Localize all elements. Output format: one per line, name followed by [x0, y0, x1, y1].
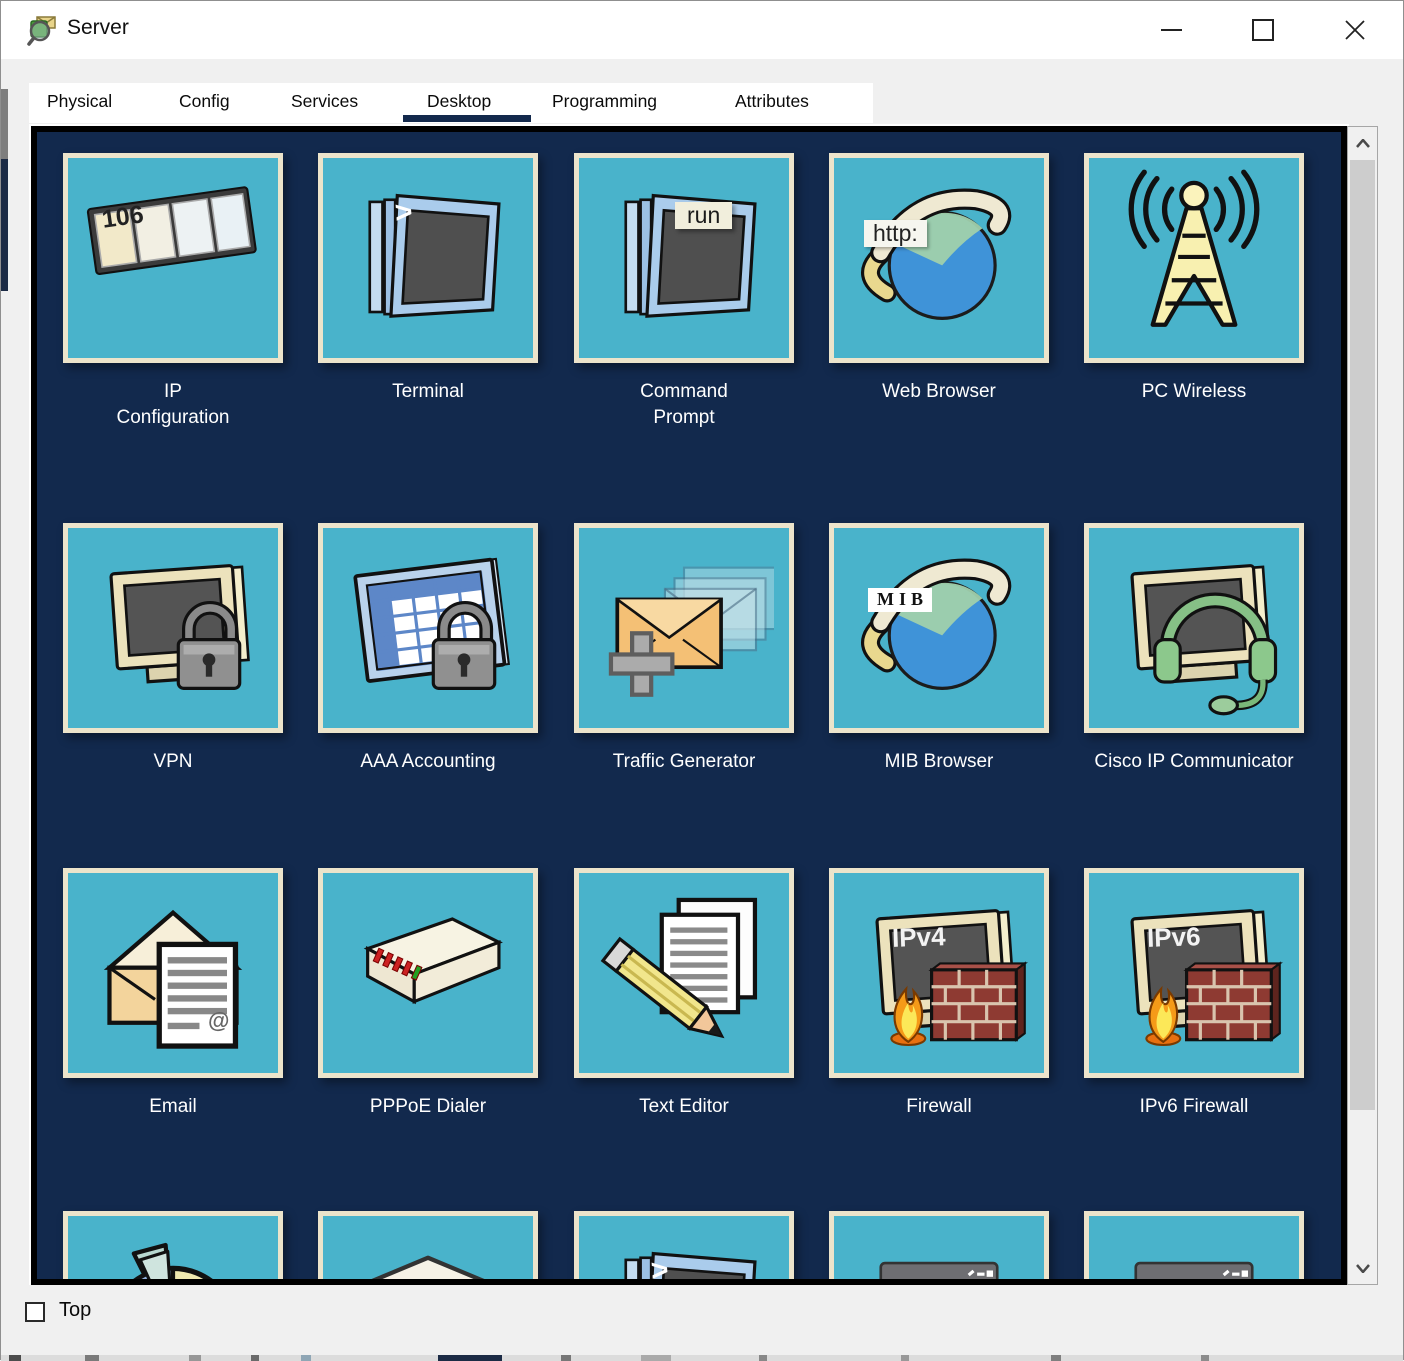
minimize-icon — [1161, 29, 1182, 31]
tile-ip-configuration[interactable]: 106 — [63, 153, 283, 363]
terminal-icon — [594, 1226, 774, 1285]
tile-label: Cisco IP Communicator — [1069, 749, 1319, 775]
tile-label: PC Wireless — [1069, 379, 1319, 405]
desktop-panel: 106 > run http: IP Configuration Termina… — [31, 126, 1347, 1285]
pie-chart-icon — [83, 1226, 263, 1285]
title-bar: Server — [1, 1, 1403, 59]
cisco-ip-communicator-icon — [1104, 538, 1284, 718]
terminal-prompt-text: > — [394, 195, 414, 229]
tile-command-prompt[interactable]: run — [574, 153, 794, 363]
tile-row4-pie[interactable] — [63, 1211, 283, 1285]
tile-label: Traffic Generator — [559, 749, 809, 775]
firewall-icon — [849, 883, 1029, 1063]
ip-config-number-text: 106 — [100, 201, 145, 234]
web-browser-icon — [849, 168, 1029, 348]
scrollbar-thumb[interactable] — [1350, 160, 1375, 1110]
ip-configuration-icon — [83, 168, 263, 348]
tile-label: Prompt — [559, 405, 809, 431]
tile-traffic-generator[interactable] — [574, 523, 794, 733]
tile-row4-cube[interactable] — [318, 1211, 538, 1285]
at-sign-text: @ — [208, 1009, 229, 1033]
tile-label: Firewall — [814, 1094, 1064, 1120]
top-checkbox[interactable] — [25, 1302, 45, 1322]
command-prompt-icon — [594, 168, 774, 348]
tile-label: Command — [559, 379, 809, 405]
top-checkbox-label: Top — [59, 1299, 91, 1322]
text-editor-icon — [594, 883, 774, 1063]
tile-cisco-ip-communicator[interactable] — [1084, 523, 1304, 733]
chevron-up-icon — [1356, 139, 1370, 148]
tile-vpn[interactable] — [63, 523, 283, 733]
close-button[interactable] — [1309, 1, 1401, 59]
tile-pc-wireless[interactable] — [1084, 153, 1304, 363]
pc-wireless-icon — [1104, 168, 1284, 348]
tile-aaa-accounting[interactable] — [318, 523, 538, 733]
scroll-down-button[interactable] — [1348, 1254, 1377, 1282]
vpn-icon — [83, 538, 263, 718]
tile-label: VPN — [48, 749, 298, 775]
ipv6-label-text: IPv6 — [1147, 922, 1201, 952]
tile-pppoe-dialer[interactable] — [318, 868, 538, 1078]
window-title: Server — [67, 16, 129, 40]
maximize-button[interactable] — [1217, 1, 1309, 59]
cube-icon — [338, 1226, 518, 1285]
tab-desktop[interactable]: Desktop — [427, 91, 491, 112]
tile-label: Configuration — [48, 405, 298, 431]
tile-firewall[interactable]: IPv4 — [829, 868, 1049, 1078]
tile-label: AAA Accounting — [303, 749, 553, 775]
tile-label: MIB Browser — [814, 749, 1064, 775]
tab-services[interactable]: Services — [291, 91, 358, 112]
background-app-sliver — [1, 1355, 1403, 1361]
tab-bar: Physical Config Services Desktop Program… — [29, 83, 873, 123]
tab-programming[interactable]: Programming — [552, 91, 657, 112]
tile-row4-terminal[interactable]: > — [574, 1211, 794, 1285]
tab-config[interactable]: Config — [179, 91, 230, 112]
http-label-text: http: — [864, 220, 927, 247]
run-label-text: run — [675, 202, 732, 229]
tile-row4-cloud-window-2[interactable] — [1084, 1211, 1304, 1285]
tile-web-browser[interactable]: http: — [829, 153, 1049, 363]
terminal-icon — [338, 168, 518, 348]
scroll-up-button[interactable] — [1348, 129, 1377, 157]
background-app-sliver — [1, 159, 8, 291]
server-dialog-window: { "window": { "title": "Server", "contro… — [0, 0, 1404, 1360]
ipv6-firewall-icon — [1104, 883, 1284, 1063]
email-icon — [83, 883, 263, 1063]
tile-label: IPv6 Firewall — [1069, 1094, 1319, 1120]
minimize-button[interactable] — [1125, 1, 1217, 59]
footer-bar: Top — [1, 1285, 1403, 1355]
packet-tracer-logo-icon — [27, 14, 59, 46]
mib-browser-icon — [849, 538, 1029, 718]
tile-terminal[interactable]: > — [318, 153, 538, 363]
chevron-down-icon — [1356, 1264, 1370, 1273]
tab-attributes[interactable]: Attributes — [735, 91, 809, 112]
tile-label: Text Editor — [559, 1094, 809, 1120]
pppoe-dialer-icon — [338, 883, 518, 1063]
aaa-accounting-icon — [338, 538, 518, 718]
ipv4-label-text: IPv4 — [892, 922, 946, 952]
tile-ipv6-firewall[interactable]: IPv6 — [1084, 868, 1304, 1078]
mib-label-text: MIB — [868, 588, 932, 612]
cloud-window-icon — [1104, 1226, 1284, 1285]
terminal-prompt-text: > — [650, 1253, 670, 1285]
tile-label: Web Browser — [814, 379, 1064, 405]
selected-tab-indicator — [403, 115, 531, 122]
close-icon — [1344, 19, 1366, 41]
maximize-icon — [1252, 19, 1274, 41]
traffic-generator-icon — [594, 538, 774, 718]
tile-label: PPPoE Dialer — [303, 1094, 553, 1120]
tile-mib-browser[interactable]: MIB — [829, 523, 1049, 733]
background-app-sliver — [1, 89, 8, 159]
tile-label: Email — [48, 1094, 298, 1120]
vertical-scrollbar[interactable] — [1347, 126, 1378, 1285]
cloud-window-icon — [849, 1226, 1029, 1285]
tile-label: IP — [48, 379, 298, 405]
tile-text-editor[interactable] — [574, 868, 794, 1078]
tile-email[interactable]: @ — [63, 868, 283, 1078]
tile-row4-cloud-window-1[interactable] — [829, 1211, 1049, 1285]
tab-physical[interactable]: Physical — [47, 91, 112, 112]
tile-label: Terminal — [303, 379, 553, 405]
